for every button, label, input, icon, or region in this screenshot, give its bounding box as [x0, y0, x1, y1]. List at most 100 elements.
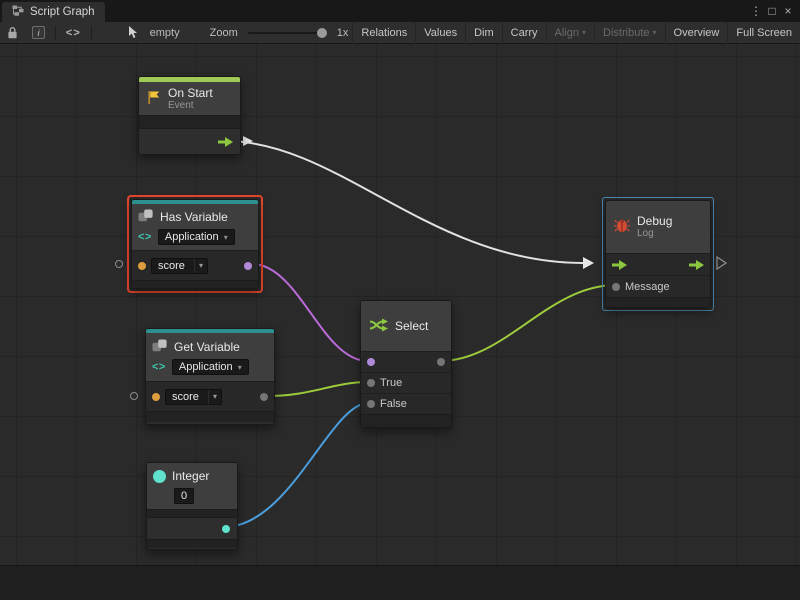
- select-icon: [369, 318, 388, 335]
- selection-output-port[interactable]: [437, 358, 445, 366]
- node-debug-log-selection: Debug Log Message: [602, 197, 714, 311]
- wire-end-arrowhead-icon: [583, 257, 594, 269]
- exit-output-port[interactable]: [689, 260, 704, 270]
- unconnected-input-port[interactable]: [130, 392, 138, 400]
- scope-label: Application: [179, 361, 233, 373]
- maximize-icon[interactable]: □: [764, 0, 780, 22]
- port-label-message: Message: [625, 281, 670, 293]
- port-label-false: False: [380, 398, 407, 410]
- wire-start-arrowhead-icon: [243, 136, 253, 146]
- window-tabbar: Script Graph ⋮ □ ×: [0, 0, 800, 22]
- name-input-port[interactable]: [152, 393, 160, 401]
- result-output-port[interactable]: [244, 262, 252, 270]
- variable-name-field[interactable]: score ▾: [165, 389, 222, 405]
- node-title: Get Variable: [174, 341, 240, 354]
- variable-name-field[interactable]: score ▾: [151, 258, 208, 274]
- overview-button[interactable]: Overview: [665, 22, 728, 44]
- dropdown-arrow-icon: ▾: [224, 233, 228, 242]
- graph-canvas[interactable]: On Start Event: [0, 44, 800, 600]
- lock-icon[interactable]: [0, 22, 25, 44]
- node-select[interactable]: Select True False: [360, 300, 452, 428]
- integer-icon: [153, 470, 166, 483]
- tab-title: Script Graph: [30, 6, 95, 18]
- script-graph-window: Script Graph ⋮ □ × i <> empty Zoom: [0, 0, 800, 600]
- name-input-port[interactable]: [138, 262, 146, 270]
- node-title: Has Variable: [160, 211, 228, 224]
- variable-name-value: score: [166, 391, 208, 403]
- condition-input-port[interactable]: [367, 358, 375, 366]
- node-subtitle: Event: [168, 100, 213, 111]
- integer-output-port[interactable]: [222, 525, 230, 533]
- zoom-slider[interactable]: [248, 32, 327, 34]
- bug-icon: [614, 218, 630, 236]
- node-on-start[interactable]: On Start Event: [138, 76, 241, 155]
- node-title: On Start: [168, 87, 213, 100]
- port-label-true: True: [380, 377, 402, 389]
- canvas-boundary: [0, 565, 800, 600]
- node-has-variable[interactable]: Has Variable <> Application ▾ score ▾: [131, 199, 259, 289]
- scope-label: Application: [165, 231, 219, 243]
- window-menu-icon[interactable]: ⋮: [748, 0, 764, 22]
- integer-value-field[interactable]: 0: [174, 488, 194, 504]
- inspector-toggle-icon[interactable]: i: [25, 22, 52, 44]
- dim-button[interactable]: Dim: [465, 22, 502, 44]
- node-divider: [146, 411, 274, 422]
- node-divider: [606, 297, 710, 307]
- toolbar-divider: [91, 26, 92, 39]
- wire-select-to-debuglog-message[interactable]: [440, 285, 616, 361]
- node-title: Integer: [172, 470, 209, 483]
- wire-getvariable-to-select-true[interactable]: [263, 382, 368, 396]
- values-button[interactable]: Values: [415, 22, 465, 44]
- variable-kind-icon: <>: [152, 361, 166, 373]
- toolbar-buttons: Relations Values Dim Carry Align ▾ Distr…: [352, 22, 800, 44]
- zoom-value: 1x: [333, 27, 353, 39]
- distribute-button-label: Distribute: [603, 27, 649, 39]
- node-has-variable-selection: Has Variable <> Application ▾ score ▾: [127, 195, 263, 293]
- unconnected-input-port[interactable]: [115, 260, 123, 268]
- trigger-output-port[interactable]: [218, 137, 233, 147]
- variable-name-value: score: [152, 260, 194, 272]
- code-toggle-icon[interactable]: <>: [59, 22, 88, 44]
- full-screen-button[interactable]: Full Screen: [727, 22, 800, 44]
- false-input-port[interactable]: [367, 400, 375, 408]
- node-debug-log[interactable]: Debug Log Message: [605, 200, 711, 308]
- selection-status: empty: [146, 27, 184, 39]
- field-dropdown-arrow-icon[interactable]: ▾: [208, 390, 221, 404]
- node-integer[interactable]: Integer 0: [146, 462, 238, 550]
- node-title: Debug: [637, 215, 672, 228]
- message-input-port[interactable]: [612, 283, 620, 291]
- true-input-port[interactable]: [367, 379, 375, 387]
- variables-icon: [138, 209, 154, 225]
- node-divider: [132, 280, 258, 288]
- distribute-button[interactable]: Distribute ▾: [594, 22, 664, 44]
- zoom-label: Zoom: [206, 27, 242, 39]
- dropdown-arrow-icon: ▾: [238, 363, 242, 372]
- align-button[interactable]: Align ▾: [546, 22, 594, 44]
- flag-icon: [147, 90, 161, 108]
- graph-toolbar: i <> empty Zoom 1x Relations Values Dim …: [0, 22, 800, 44]
- wire-onstart-to-debuglog[interactable]: [228, 141, 583, 263]
- node-get-variable[interactable]: Get Variable <> Application ▾ score ▾: [145, 328, 275, 425]
- enter-input-port[interactable]: [612, 260, 627, 270]
- tab-script-graph[interactable]: Script Graph: [2, 2, 105, 22]
- variable-scope-dropdown[interactable]: Application ▾: [172, 359, 249, 375]
- value-output-port[interactable]: [260, 393, 268, 401]
- close-icon[interactable]: ×: [780, 0, 796, 22]
- node-divider: [147, 509, 237, 517]
- carry-button[interactable]: Carry: [502, 22, 546, 44]
- unconnected-exit-arrow-icon[interactable]: [717, 257, 726, 269]
- relations-button[interactable]: Relations: [352, 22, 415, 44]
- node-subtitle: Log: [637, 228, 672, 239]
- script-graph-icon: [12, 3, 24, 21]
- zoom-slider-knob[interactable]: [317, 28, 327, 38]
- node-title: Select: [395, 320, 428, 333]
- window-controls: ⋮ □ ×: [748, 0, 800, 22]
- node-divider: [361, 414, 451, 427]
- dropdown-arrow-icon: ▾: [582, 28, 586, 37]
- dropdown-arrow-icon: ▾: [653, 28, 657, 37]
- variable-scope-dropdown[interactable]: Application ▾: [158, 229, 235, 245]
- field-dropdown-arrow-icon[interactable]: ▾: [194, 259, 207, 273]
- align-button-label: Align: [555, 27, 579, 39]
- node-divider: [147, 539, 237, 548]
- toolbar-divider: [55, 26, 56, 39]
